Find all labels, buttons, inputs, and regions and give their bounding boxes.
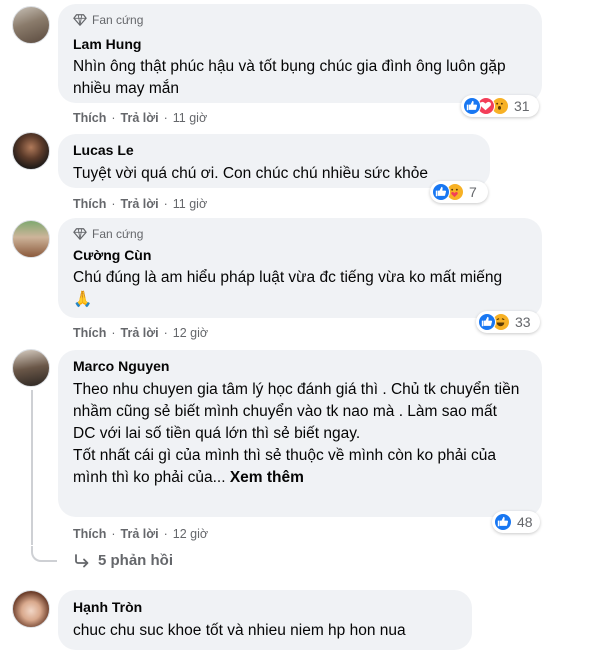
comment-bubble: Fan cứng Cường Cùn Chú đúng là am hiểu p… <box>58 218 542 318</box>
timestamp[interactable]: 12 giờ <box>173 326 208 340</box>
avatar[interactable] <box>12 220 50 258</box>
commenter-name[interactable]: Lam Hung <box>73 35 527 54</box>
comment-actions: Thích · Trả lời · 11 giờ <box>73 197 208 211</box>
thread-connector <box>31 546 57 562</box>
comment-text: Theo nhu chuyen gia tâm lý học đánh giá … <box>73 379 523 489</box>
reaction-count: 31 <box>514 98 530 114</box>
reply-button[interactable]: Trả lời <box>121 527 159 541</box>
comment-bubble: Marco Nguyen Theo nhu chuyen gia tâm lý … <box>58 350 542 517</box>
like-button[interactable]: Thích <box>73 111 106 125</box>
comment-actions: Thích · Trả lời · 12 giờ <box>73 527 209 541</box>
like-icon <box>463 97 481 115</box>
comment-bubble: Fan cứng Lam Hung Nhìn ông thật phúc hậu… <box>58 4 542 103</box>
reaction-summary[interactable]: 7 <box>430 181 488 203</box>
timestamp[interactable]: 11 giờ <box>173 197 207 211</box>
like-button[interactable]: Thích <box>73 197 106 211</box>
reaction-count: 7 <box>469 184 477 200</box>
commenter-name[interactable]: Marco Nguyen <box>73 357 527 376</box>
timestamp[interactable]: 12 giờ <box>173 527 208 541</box>
commenter-name[interactable]: Lucas Le <box>73 141 475 160</box>
avatar[interactable] <box>12 132 50 170</box>
commenter-name[interactable]: Hạnh Tròn <box>73 598 457 617</box>
like-icon <box>432 183 450 201</box>
reaction-summary[interactable]: 48 <box>492 511 540 533</box>
reaction-count: 33 <box>515 314 531 330</box>
like-button[interactable]: Thích <box>73 527 106 541</box>
top-fan-badge[interactable]: Fan cứng <box>73 225 527 243</box>
comment-text: Tuyệt vời quá chú ơi. Con chúc chú nhiều… <box>73 165 428 182</box>
like-icon <box>494 513 512 531</box>
replies-count-label: 5 phản hồi <box>98 552 173 569</box>
comment-text: chuc chu suc khoe tốt và nhieu niem hp h… <box>73 622 406 639</box>
reaction-summary[interactable]: 31 <box>461 95 539 117</box>
reply-arrow-icon <box>75 553 89 567</box>
comment-paragraph: Theo nhu chuyen gia tâm lý học đánh giá … <box>73 381 520 442</box>
comment-bubble: Lucas Le Tuyệt vời quá chú ơi. Con chúc … <box>58 134 490 188</box>
reply-button[interactable]: Trả lời <box>121 326 159 340</box>
diamond-icon <box>73 228 87 240</box>
like-icon <box>478 313 496 331</box>
see-more-link[interactable]: Xem thêm <box>230 469 304 486</box>
comment-text: Chú đúng là am hiểu pháp luật vừa đc tiế… <box>73 269 503 308</box>
comment-actions: Thích · Trả lời · 12 giờ <box>73 326 209 340</box>
view-replies-button[interactable]: 5 phản hồi <box>74 552 173 569</box>
comment-text: Nhìn ông thật phúc hậu và tốt bụng chúc … <box>73 58 506 97</box>
reaction-summary[interactable]: 33 <box>476 311 540 333</box>
reply-button[interactable]: Trả lời <box>121 197 159 211</box>
badge-label: Fan cứng <box>92 13 144 27</box>
avatar[interactable] <box>12 590 50 628</box>
comment-bubble: Hạnh Tròn chuc chu suc khoe tốt và nhieu… <box>58 590 472 650</box>
diamond-icon <box>73 14 87 26</box>
badge-label: Fan cứng <box>92 227 144 241</box>
thread-line <box>31 390 33 545</box>
timestamp[interactable]: 11 giờ <box>173 111 207 125</box>
avatar[interactable] <box>12 6 50 44</box>
reaction-count: 48 <box>517 514 533 530</box>
like-button[interactable]: Thích <box>73 326 106 340</box>
reply-button[interactable]: Trả lời <box>121 111 159 125</box>
commenter-name[interactable]: Cường Cùn <box>73 246 527 265</box>
comment-actions: Thích · Trả lời · 11 giờ <box>73 111 208 125</box>
top-fan-badge[interactable]: Fan cứng <box>73 11 527 29</box>
avatar[interactable] <box>12 349 50 387</box>
